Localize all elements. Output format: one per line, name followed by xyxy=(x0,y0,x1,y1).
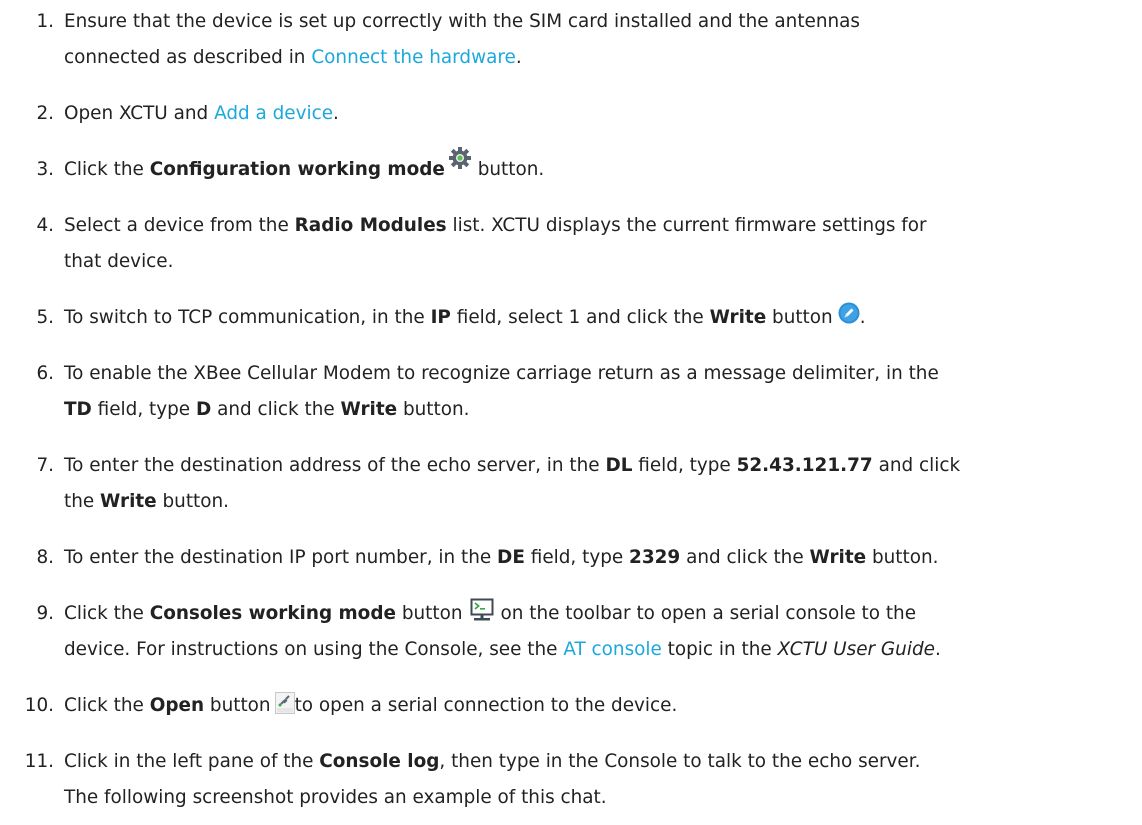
step-text: To enter the destination address of the … xyxy=(64,455,606,476)
step-text: button xyxy=(395,603,463,624)
step-text: connected as described in xyxy=(64,47,312,68)
write-icon xyxy=(838,301,860,324)
step-bold: Open xyxy=(149,695,205,716)
step-number: 3. xyxy=(36,159,54,180)
step-text: field, type xyxy=(632,455,737,476)
monitor-icon xyxy=(470,598,494,622)
connect-hardware-link[interactable]: Connect the hardware xyxy=(311,47,516,68)
step-text: Click in the left pane of the xyxy=(64,751,320,772)
step-text: , then type in the Console to talk to th… xyxy=(439,751,921,772)
step-text: button. xyxy=(397,399,470,420)
step-text: button. xyxy=(156,491,229,512)
step-text: Click the xyxy=(64,695,150,716)
step-bold: Consoles working mode xyxy=(149,603,396,624)
step-text: topic in the xyxy=(661,639,778,660)
step-text: To enter the destination IP port number,… xyxy=(64,547,498,568)
step-bold: Radio Modules xyxy=(294,215,447,236)
open-connection-icon xyxy=(274,691,295,714)
step-number: 7. xyxy=(36,455,54,476)
instruction-list: 1. Ensure that the device is set up corr… xyxy=(0,0,1142,825)
step-number: 5. xyxy=(36,307,54,328)
step-text: device. For instructions on using the Co… xyxy=(64,639,564,660)
step-text: . xyxy=(859,307,866,328)
step-text: Ensure that the device is set up correct… xyxy=(64,11,861,32)
at-console-link[interactable]: AT console xyxy=(563,639,662,660)
step-text: . xyxy=(515,47,522,68)
step-text: button xyxy=(766,307,833,328)
step-text: To enable the XBee Cellular Modem to rec… xyxy=(64,363,939,384)
step-text: on the toolbar to open a serial console … xyxy=(500,603,917,624)
step-bold: IP xyxy=(430,307,451,328)
step-bold: 2329 xyxy=(629,547,681,568)
step-text: and click the xyxy=(211,399,341,420)
step-text: the xyxy=(64,491,101,512)
step-text: field, select 1 and click the xyxy=(450,307,710,328)
step-text: To switch to TCP communication, in the xyxy=(64,307,431,328)
step-text: Select a device from the xyxy=(64,215,295,236)
step-text: and click xyxy=(872,455,961,476)
gear-icon xyxy=(448,146,472,170)
step-text: that device. xyxy=(64,251,174,272)
step-bold: DL xyxy=(605,455,633,476)
step-bold: Write xyxy=(340,399,398,420)
step-bold: D xyxy=(195,399,212,420)
step-bold: Write xyxy=(809,547,867,568)
step-text: . xyxy=(333,103,339,124)
step-number: 1. xyxy=(36,11,54,32)
guide-title: XCTU User Guide xyxy=(777,639,935,660)
step-text: and click the xyxy=(680,547,810,568)
step-bold: 52.43.121.77 xyxy=(736,455,873,476)
step-bold: Write xyxy=(100,491,157,512)
step-bold: DE xyxy=(497,547,525,568)
step-bold: Write xyxy=(709,307,767,328)
step-number: 4. xyxy=(36,215,54,236)
step-number: 9. xyxy=(36,603,54,624)
step-text: button. xyxy=(866,547,939,568)
step-text: button. xyxy=(471,159,545,180)
step-bold: Configuration working mode xyxy=(149,159,445,180)
step-number: 2. xyxy=(36,103,54,124)
step-number: 8. xyxy=(36,547,54,568)
step-text: . xyxy=(934,639,941,660)
step-text: Open XCTU and xyxy=(64,103,215,124)
add-device-link[interactable]: Add a device xyxy=(214,103,333,124)
step-text: Click the xyxy=(64,159,150,180)
step-bold: TD xyxy=(64,399,92,420)
step-bold: Console log xyxy=(319,751,440,772)
step-number: 10. xyxy=(24,695,54,716)
step-text: Click the xyxy=(64,603,150,624)
step-text: button xyxy=(204,695,271,716)
step-number: 11. xyxy=(24,751,54,772)
step-text: to open a serial connection to the devic… xyxy=(294,695,678,716)
step-text: list. XCTU displays the current firmware… xyxy=(446,215,927,236)
step-text: field, type xyxy=(91,399,196,420)
step-text: The following screenshot provides an exa… xyxy=(64,787,607,808)
step-text: field, type xyxy=(524,547,630,568)
step-number: 6. xyxy=(36,363,54,384)
